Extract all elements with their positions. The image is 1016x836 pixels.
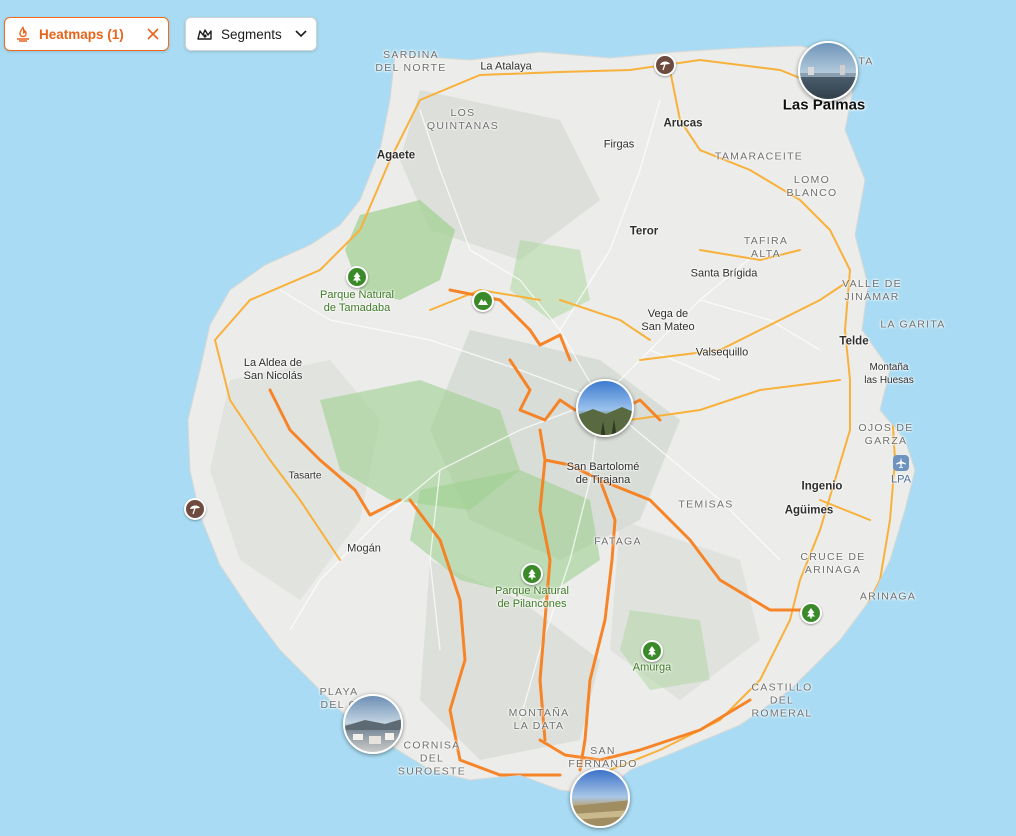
town-label: Vega de San Mateo [641,308,695,333]
area-label: LOS QUINTANAS [426,107,500,132]
town-label: Agaete [376,149,416,162]
area-label: TAFIRA ALTA [743,235,789,260]
area-label: SARDINA DEL NORTE [375,49,447,74]
town-label: Montaña las Huesas [864,362,914,386]
town-label: San Bartolomé de Tirajana [566,461,640,486]
area-label: CASTILLO DEL ROMERAL [751,681,813,720]
park-label: Parque Natural de Tamadaba [320,289,394,314]
segments-icon [196,27,213,42]
town-label: La Atalaya [480,60,532,73]
heatmap-flame-icon [15,26,31,42]
airport-icon[interactable] [893,455,909,471]
airport-label: LPA [891,473,911,486]
heatmaps-label: Heatmaps (1) [39,26,124,42]
tree-icon[interactable] [800,602,822,624]
photo-marker-maspalomas[interactable] [570,768,630,828]
photo-marker-las-palmas[interactable] [798,41,858,101]
tree-icon[interactable] [521,563,543,585]
segments-label: Segments [221,26,282,42]
area-label: TEMISAS [678,498,734,511]
area-label: TAMARACEITE [714,150,804,163]
area-label: OJOS DE GARZA [858,422,914,447]
heatmaps-filter-button[interactable]: Heatmaps (1) [4,17,169,51]
town-label: Arucas [663,117,703,130]
park-label: Amurga [632,661,672,674]
area-label: LOMO BLANCO [786,174,838,199]
town-label: Tasarte [288,470,322,482]
area-label: VALLE DE JINÁMAR [842,278,902,303]
area-label: FATAGA [594,535,642,548]
photo-marker-center[interactable] [576,379,634,437]
area-label: CRUCE DE ARINAGA [800,551,866,576]
close-icon[interactable] [146,27,160,41]
town-label: Valsequillo [695,346,749,359]
area-label: CORNISA DEL SUROESTE [397,739,467,778]
area-label: ARINAGA [859,590,917,603]
beach-icon[interactable] [184,498,206,520]
area-label: SAN FERNANDO [568,745,638,770]
town-label: La Aldea de San Nicolás [243,357,303,382]
town-label: Teror [629,225,659,238]
area-label: TA [858,55,874,68]
area-label: MONTAÑA LA DATA [508,707,570,732]
tree-icon[interactable] [346,266,368,288]
photo-marker-playa-del-cura[interactable] [343,694,403,754]
segments-dropdown[interactable]: Segments [185,17,317,51]
chevron-down-icon [294,29,308,39]
beach-icon[interactable] [654,54,676,76]
town-label: Firgas [603,138,635,151]
town-label: Telde [839,335,869,348]
town-label: Ingenio [801,480,843,493]
town-label: Santa Brígida [690,267,758,280]
park-label: Parque Natural de Pilancones [495,585,569,610]
town-label: Mogán [347,542,381,555]
area-label: LA GARITA [880,318,946,331]
tree-icon[interactable] [641,640,663,662]
town-label: Agüimes [784,504,834,517]
mountain-icon[interactable] [472,290,494,312]
